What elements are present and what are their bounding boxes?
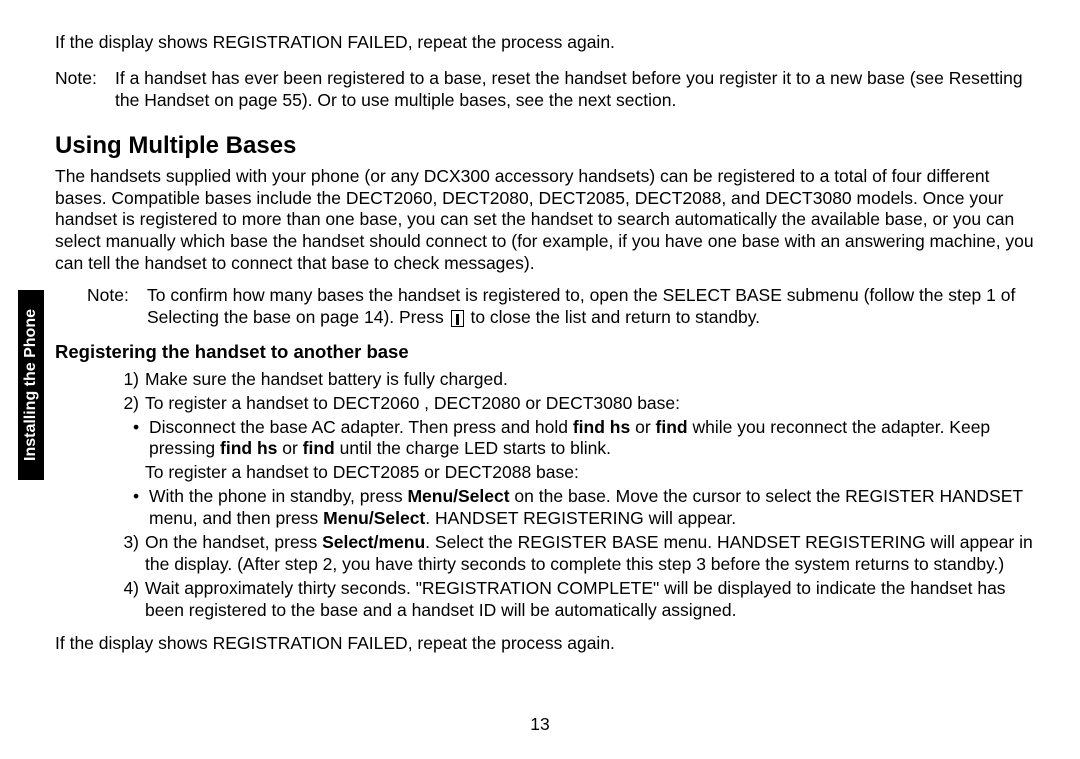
step-3: 3) On the handset, press Select/menu. Se…: [113, 532, 1045, 576]
note-1: Note: If a handset has ever been registe…: [55, 68, 1045, 112]
section-title: Using Multiple Bases: [55, 132, 1045, 160]
step-text: Wait approximately thirty seconds. "REGI…: [145, 578, 1045, 622]
step-text: Make sure the handset battery is fully c…: [145, 369, 1045, 391]
note-text: If a handset has ever been registered to…: [115, 68, 1045, 112]
bullet-text: With the phone in standby, press Menu/Se…: [149, 486, 1045, 530]
page-content: If the display shows REGISTRATION FAILED…: [0, 0, 1080, 655]
intro-text: If the display shows REGISTRATION FAILED…: [55, 32, 1045, 54]
bullet-marker: •: [133, 486, 149, 530]
subsection-title: Registering the handset to another base: [55, 341, 1045, 363]
step-text: To register a handset to DECT2060 , DECT…: [145, 393, 1045, 415]
steps-list: 1) Make sure the handset battery is full…: [113, 369, 1045, 622]
page-number: 13: [0, 714, 1080, 735]
step-number: 3): [113, 532, 139, 576]
alt-register-text: To register a handset to DECT2085 or DEC…: [145, 462, 1045, 484]
step-number: 4): [113, 578, 139, 622]
step-1: 1) Make sure the handset battery is full…: [113, 369, 1045, 391]
note-2: Note: To confirm how many bases the hand…: [87, 285, 1045, 329]
closing-text: If the display shows REGISTRATION FAILED…: [55, 633, 1045, 655]
bullet-marker: •: [133, 417, 149, 461]
sidebar-chapter-label: Installing the Phone: [18, 290, 44, 480]
bullet-1: • Disconnect the base AC adapter. Then p…: [133, 417, 1045, 461]
note-text: To confirm how many bases the handset is…: [147, 285, 1045, 329]
note-label: Note:: [55, 68, 115, 112]
bullet-text: Disconnect the base AC adapter. Then pre…: [149, 417, 1045, 461]
note-label: Note:: [87, 285, 147, 329]
bullet-2: • With the phone in standby, press Menu/…: [133, 486, 1045, 530]
step-number: 1): [113, 369, 139, 391]
step-2: 2) To register a handset to DECT2060 , D…: [113, 393, 1045, 415]
step-4: 4) Wait approximately thirty seconds. "R…: [113, 578, 1045, 622]
step-text: On the handset, press Select/menu. Selec…: [145, 532, 1045, 576]
note2-part-b: to close the list and return to standby.: [466, 307, 760, 327]
section-body: The handsets supplied with your phone (o…: [55, 166, 1045, 275]
step-number: 2): [113, 393, 139, 415]
end-key-icon: [451, 310, 464, 327]
